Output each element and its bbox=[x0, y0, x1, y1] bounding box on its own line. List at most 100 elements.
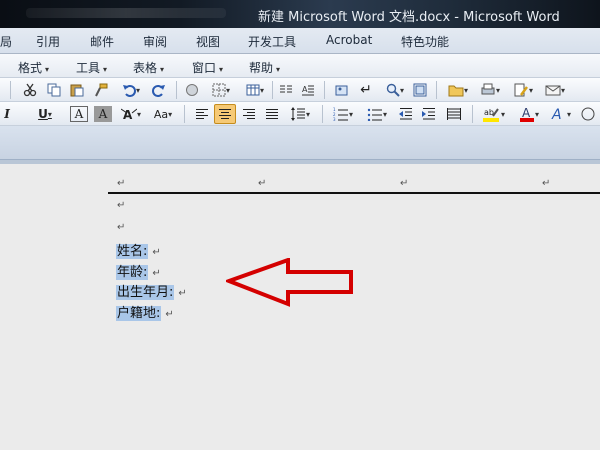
chevron-down-icon: ▾ bbox=[528, 85, 533, 95]
bullets-button[interactable]: ▾ bbox=[362, 104, 392, 124]
paste-button[interactable] bbox=[67, 80, 87, 100]
svg-text:ab: ab bbox=[484, 108, 494, 117]
show-marks-button[interactable]: ↵ bbox=[356, 80, 376, 100]
align-center-button[interactable] bbox=[214, 104, 236, 124]
ribbon-tabs: 局 引用 邮件 审阅 视图 开发工具 Acrobat 特色功能 bbox=[0, 28, 600, 54]
chevron-down-icon: ▾ bbox=[560, 85, 565, 95]
tab-developer[interactable]: 开发工具 bbox=[248, 33, 296, 50]
menu-table-label: 表格 bbox=[133, 61, 158, 75]
tab-special-features[interactable]: 特色功能 bbox=[401, 33, 449, 50]
globe-button[interactable] bbox=[182, 80, 202, 100]
undo-button[interactable]: ▾ bbox=[116, 80, 146, 100]
justify-button[interactable] bbox=[262, 104, 282, 124]
menu-table[interactable]: 表格 ▾ bbox=[133, 59, 164, 76]
change-case-label: Aa bbox=[153, 107, 169, 121]
menu-bar: 格式 ▾ 工具 ▾ 表格 ▾ 窗口 ▾ 帮助 ▾ bbox=[0, 54, 600, 78]
text-style-button[interactable]: A ▾ bbox=[548, 104, 574, 124]
undo-icon bbox=[122, 85, 136, 97]
chevron-down-icon: ▾ bbox=[136, 109, 141, 119]
print-button[interactable]: ▾ bbox=[475, 80, 505, 100]
menu-tools-label: 工具 bbox=[76, 61, 101, 75]
paragraph-mark: ↵ bbox=[117, 178, 126, 189]
menu-window-label: 窗口 bbox=[192, 61, 217, 75]
line-spacing-button[interactable]: ▾ bbox=[286, 104, 314, 124]
toolbar-separator bbox=[176, 81, 177, 99]
paragraph-mark: ↵ bbox=[165, 309, 174, 320]
insert-table-button[interactable]: ▾ bbox=[240, 80, 270, 100]
format-painter-button[interactable] bbox=[91, 80, 111, 100]
font-color-button[interactable]: A ▾ bbox=[514, 104, 544, 124]
menu-format-label: 格式 bbox=[18, 61, 43, 75]
char-border-button[interactable]: A bbox=[70, 106, 88, 122]
tab-acrobat[interactable]: Acrobat bbox=[326, 33, 372, 47]
menu-window[interactable]: 窗口 ▾ bbox=[192, 59, 223, 76]
highlight-button[interactable]: ab ▾ bbox=[478, 104, 510, 124]
menu-tools[interactable]: 工具 ▾ bbox=[76, 59, 107, 76]
menu-help[interactable]: 帮助 ▾ bbox=[249, 59, 280, 76]
review-button[interactable]: ▾ bbox=[508, 80, 538, 100]
toolbar-separator bbox=[322, 105, 323, 123]
toolbar-separator bbox=[436, 81, 437, 99]
form-line-birth-date[interactable]: 出生年月: ↵ bbox=[116, 281, 187, 300]
underline-button[interactable]: U ▾ bbox=[32, 104, 58, 124]
ribbon-bottom-strip bbox=[0, 126, 600, 160]
document-area[interactable]: ↵ ↵ ↵ ↵ ↵ ↵ 姓名: ↵ 年龄: ↵ 出生年月: ↵ 户籍地: ↵ bbox=[0, 164, 600, 450]
svg-text:A: A bbox=[551, 107, 562, 122]
char-shading-button[interactable]: A bbox=[94, 106, 112, 122]
increase-indent-icon bbox=[422, 108, 435, 120]
borders-button[interactable]: ▾ bbox=[206, 80, 236, 100]
increase-indent-button[interactable] bbox=[419, 104, 439, 124]
form-line-age[interactable]: 年龄: ↵ bbox=[116, 261, 161, 280]
chevron-down-icon: ▾ bbox=[219, 65, 224, 74]
bullets-icon bbox=[367, 108, 382, 121]
menu-format[interactable]: 格式 ▾ bbox=[18, 59, 49, 76]
open-folder-button[interactable]: ▾ bbox=[443, 80, 473, 100]
chevron-down-icon: ▾ bbox=[225, 85, 230, 95]
paragraph-mark: ↵ bbox=[117, 222, 126, 233]
redo-button[interactable] bbox=[149, 80, 169, 100]
zoom-button[interactable]: ▾ bbox=[380, 80, 410, 100]
full-screen-button[interactable] bbox=[410, 80, 430, 100]
svg-text:A: A bbox=[302, 85, 308, 94]
align-center-icon bbox=[219, 109, 231, 119]
drawing-button[interactable] bbox=[332, 80, 352, 100]
standard-toolbar: ▾ ▾ ▾ A ↵ ▾ ▾ ▾ ▾ ▾ bbox=[0, 78, 600, 102]
chevron-down-icon: ▾ bbox=[160, 65, 165, 74]
form-line-name[interactable]: 姓名: ↵ bbox=[116, 240, 161, 259]
chevron-down-icon: ▾ bbox=[566, 109, 571, 119]
numbering-button[interactable]: 123 ▾ bbox=[328, 104, 358, 124]
selected-text: 户籍地: bbox=[116, 306, 162, 321]
copy-button[interactable] bbox=[44, 80, 64, 100]
chevron-down-icon: ▾ bbox=[399, 85, 404, 95]
form-line-domicile[interactable]: 户籍地: ↵ bbox=[116, 302, 174, 321]
tab-layout[interactable]: 局 bbox=[0, 33, 12, 50]
line-spacing-icon bbox=[290, 107, 305, 121]
redo-icon bbox=[152, 85, 165, 97]
tab-references[interactable]: 引用 bbox=[36, 33, 60, 50]
tab-mailings[interactable]: 邮件 bbox=[90, 33, 114, 50]
decrease-indent-icon bbox=[399, 108, 412, 120]
italic-button[interactable]: I bbox=[0, 104, 14, 124]
envelope-button[interactable]: ▾ bbox=[540, 80, 570, 100]
chevron-down-icon: ▾ bbox=[382, 109, 387, 119]
toolbar-separator bbox=[184, 105, 185, 123]
cut-button[interactable] bbox=[20, 80, 40, 100]
change-case-button[interactable]: Aa ▾ bbox=[149, 104, 177, 124]
chevron-down-icon: ▾ bbox=[45, 65, 50, 74]
tab-view[interactable]: 视图 bbox=[196, 33, 220, 50]
toolbar-separator bbox=[472, 105, 473, 123]
text-direction-button[interactable]: A bbox=[298, 80, 318, 100]
decrease-indent-button[interactable] bbox=[396, 104, 416, 124]
columns-button[interactable] bbox=[276, 80, 296, 100]
align-right-button[interactable] bbox=[239, 104, 259, 124]
chevron-down-icon: ▾ bbox=[348, 109, 353, 119]
tab-review[interactable]: 审阅 bbox=[143, 33, 167, 50]
drawing-icon bbox=[335, 85, 348, 96]
align-left-button[interactable] bbox=[192, 104, 212, 124]
paragraph-mark: ↵ bbox=[178, 288, 187, 299]
enclose-characters-button[interactable] bbox=[578, 104, 598, 124]
borders-icon bbox=[212, 83, 226, 97]
text-effects-button[interactable]: A ▾ bbox=[117, 104, 145, 124]
distributed-button[interactable] bbox=[444, 104, 464, 124]
blurred-quick-access bbox=[26, 8, 226, 18]
